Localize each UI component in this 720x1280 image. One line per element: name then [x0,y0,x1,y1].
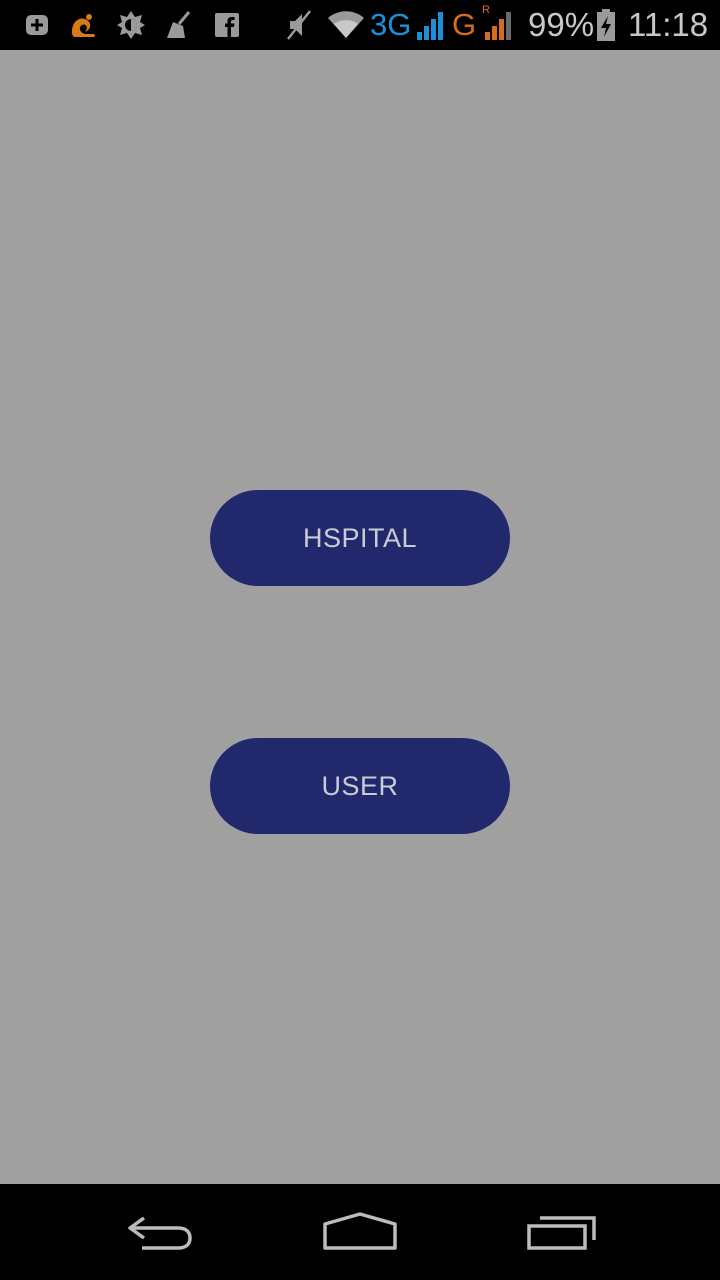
cleaner-icon [162,8,196,42]
network-g-label: G [452,7,477,42]
signal-icon [414,8,446,42]
mute-icon [282,8,316,42]
brightness-icon [114,8,148,42]
wifi-icon [326,8,366,42]
recent-apps-icon[interactable] [502,1202,622,1262]
battery-percentage: 99% [528,6,595,43]
status-time: 11:18 [628,6,709,43]
user-button[interactable]: USER [210,738,510,834]
status-bar: 3G G R 99% 11:18 [0,0,720,50]
network-3g-label: 3G [370,7,412,42]
main-content: HSPITAL USER [0,50,720,1184]
add-notification-icon [22,8,52,42]
facebook-icon [212,8,242,42]
navigation-bar [0,1184,720,1280]
hospital-button[interactable]: HSPITAL [210,490,510,586]
roaming-signal-icon [482,8,514,42]
uc-browser-icon [66,8,100,42]
back-icon[interactable] [100,1202,220,1262]
battery-charging-icon [594,8,618,42]
home-icon[interactable] [300,1202,420,1262]
app-screen: 3G G R 99% 11:18 HSPITAL USER [0,0,720,1280]
